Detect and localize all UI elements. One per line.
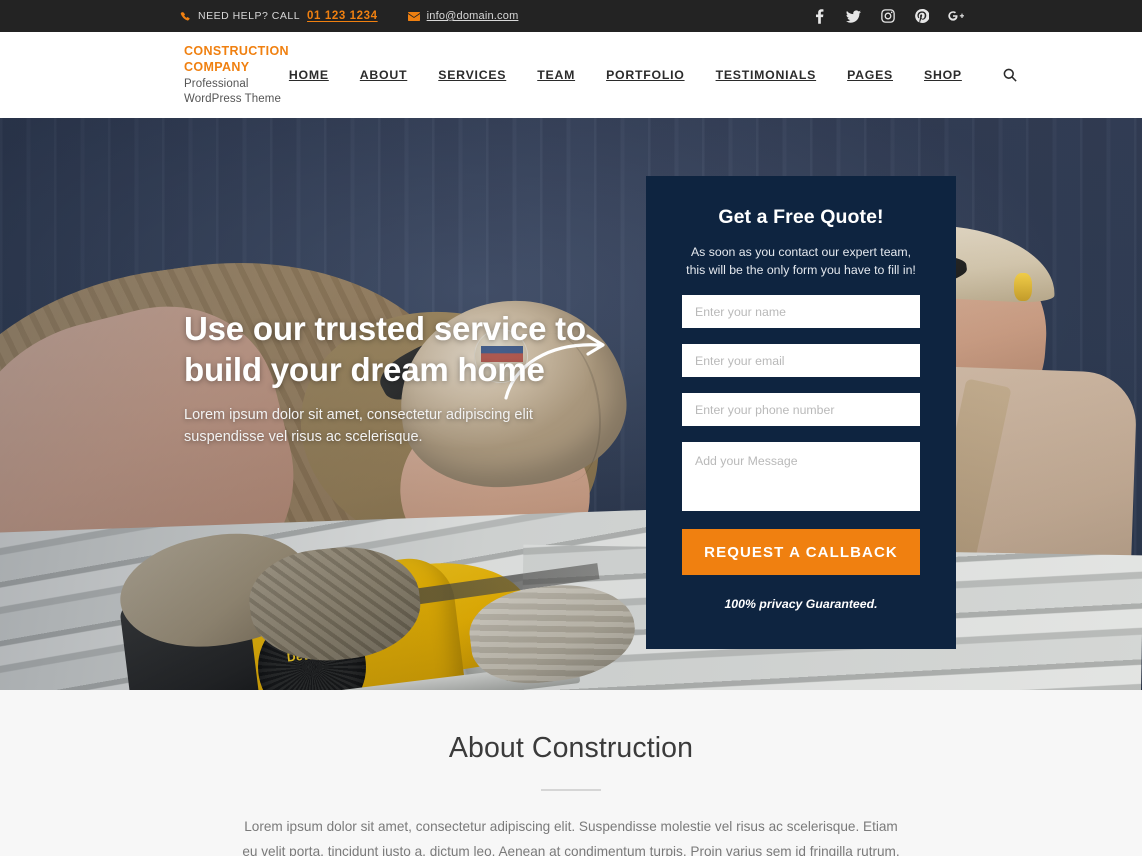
nav-item-team[interactable]: TEAM xyxy=(537,68,575,82)
message-textarea[interactable] xyxy=(682,442,920,511)
hero-section: DeWALT Use our trusted service to build … xyxy=(0,118,1142,690)
nav-item-portfolio[interactable]: PORTFOLIO xyxy=(606,68,684,82)
nav-item-services[interactable]: SERVICES xyxy=(438,68,506,82)
about-section: About Construction Lorem ipsum dolor sit… xyxy=(0,690,1142,856)
search-icon[interactable] xyxy=(1003,68,1017,82)
pinterest-icon[interactable] xyxy=(913,8,930,25)
top-bar: NEED HELP? CALL 01 123 1234 info@domain.… xyxy=(0,0,1142,32)
main-navigation: HOME ABOUT SERVICES TEAM PORTFOLIO TESTI… xyxy=(289,68,1017,82)
privacy-note: 100% privacy Guaranteed. xyxy=(724,597,878,611)
quote-form-description: As soon as you contact our expert team, … xyxy=(686,245,916,277)
googleplus-icon[interactable] xyxy=(947,8,964,25)
quote-form: Get a Free Quote! As soon as you contact… xyxy=(646,176,956,649)
hero-subheading: Lorem ipsum dolor sit amet, consectetur … xyxy=(184,407,533,445)
hero-heading-line-2: build your dream home xyxy=(184,351,545,388)
quote-form-title: Get a Free Quote! xyxy=(718,206,884,228)
social-links xyxy=(811,8,964,25)
top-bar-phone-block: NEED HELP? CALL 01 123 1234 xyxy=(180,10,378,22)
about-title: About Construction xyxy=(448,732,694,764)
twitter-icon[interactable] xyxy=(845,8,862,25)
hero-heading: Use our trusted service to build your dr… xyxy=(184,308,604,390)
nav-item-home[interactable]: HOME xyxy=(289,68,329,82)
hero-copy: Use our trusted service to build your dr… xyxy=(184,308,604,448)
about-body-text: Lorem ipsum dolor sit amet, consectetur … xyxy=(242,819,900,856)
top-bar-phone-link[interactable]: 01 123 1234 xyxy=(307,10,378,22)
phone-input[interactable] xyxy=(682,393,920,426)
phone-icon xyxy=(180,11,191,22)
logo-subtitle: Professional WordPress Theme xyxy=(184,78,281,105)
instagram-icon[interactable] xyxy=(879,8,896,25)
site-header: CONSTRUCTION COMPANY Professional WordPr… xyxy=(0,32,1142,118)
facebook-icon[interactable] xyxy=(811,8,828,25)
need-help-label: NEED HELP? CALL xyxy=(198,10,301,22)
about-divider xyxy=(541,789,601,791)
nav-item-pages[interactable]: PAGES xyxy=(847,68,893,82)
top-bar-contact-group: NEED HELP? CALL 01 123 1234 info@domain.… xyxy=(180,10,518,22)
logo-title: CONSTRUCTION COMPANY xyxy=(184,44,289,74)
email-input[interactable] xyxy=(682,344,920,377)
request-callback-button[interactable]: REQUEST A CALLBACK xyxy=(682,529,920,575)
site-logo[interactable]: CONSTRUCTION COMPANY Professional WordPr… xyxy=(184,44,289,106)
name-input[interactable] xyxy=(682,295,920,328)
envelope-icon xyxy=(407,11,420,21)
top-bar-email-link[interactable]: info@domain.com xyxy=(427,10,519,22)
nav-item-testimonials[interactable]: TESTIMONIALS xyxy=(716,68,817,82)
top-bar-email-block: info@domain.com xyxy=(407,10,519,22)
nav-item-about[interactable]: ABOUT xyxy=(360,68,407,82)
nav-item-shop[interactable]: SHOP xyxy=(924,68,962,82)
hero-heading-line-1: Use our trusted service to xyxy=(184,310,586,347)
